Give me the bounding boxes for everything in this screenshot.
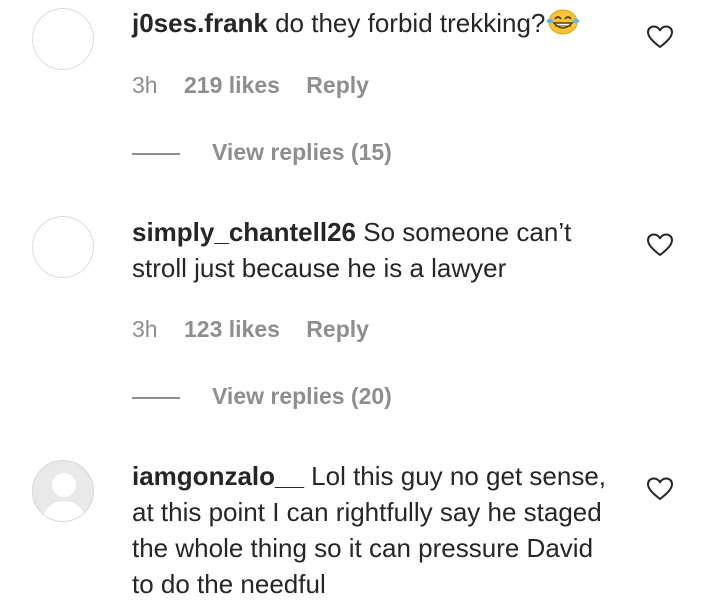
comment-time: 3h: [132, 72, 158, 98]
view-replies[interactable]: View replies (15): [132, 138, 392, 166]
reply-button[interactable]: Reply: [306, 71, 369, 99]
avatar[interactable]: [32, 460, 94, 522]
heart-outline-icon[interactable]: [647, 477, 673, 501]
comment-time: 3h: [132, 316, 158, 342]
reply-button[interactable]: Reply: [306, 315, 369, 343]
comment-text: iamgonzalo__ Lol this guy no get sense, …: [132, 458, 612, 602]
comment-text: simply_chantell26 So someone can’t strol…: [132, 214, 607, 286]
comment-text: j0ses.frank do they forbid trekking?: [132, 5, 612, 44]
avatar[interactable]: [32, 8, 94, 70]
heart-outline-icon[interactable]: [647, 25, 673, 49]
view-replies-button[interactable]: View replies (20): [212, 383, 392, 409]
comment-username[interactable]: simply_chantell26: [132, 217, 356, 247]
face-with-tears-of-joy-icon: [546, 7, 580, 44]
likes-count[interactable]: 123 likes: [184, 315, 280, 343]
comment-meta: 3h 219 likes Reply: [132, 71, 389, 99]
avatar[interactable]: [32, 216, 94, 278]
comment-username[interactable]: j0ses.frank: [132, 8, 268, 38]
divider-line: [132, 152, 180, 155]
avatar-head: [52, 473, 76, 497]
comment-username[interactable]: iamgonzalo__: [132, 461, 304, 491]
heart-outline-icon[interactable]: [647, 233, 673, 257]
view-replies[interactable]: View replies (20): [132, 382, 392, 410]
comment-meta: 3h 123 likes Reply: [132, 315, 389, 343]
divider-line: [132, 396, 180, 399]
comment-body: do they forbid trekking?: [267, 8, 546, 38]
view-replies-button[interactable]: View replies (15): [212, 139, 392, 165]
avatar-shoulders: [42, 501, 86, 521]
likes-count[interactable]: 219 likes: [184, 71, 280, 99]
